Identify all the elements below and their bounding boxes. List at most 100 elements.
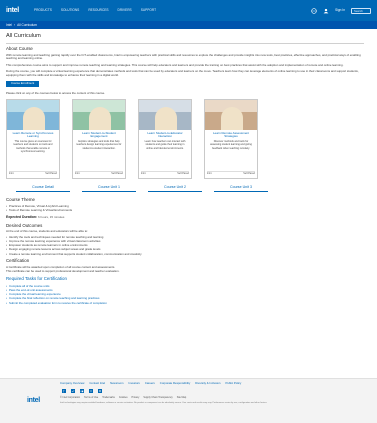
course-card-title[interactable]: Learn Remote Assessment Strategies <box>205 130 257 140</box>
course-cards: Learn Remote or Synchronous Learning Thi… <box>6 98 364 179</box>
site-footer: Company Overview Contact Intel Newsroom … <box>0 378 377 423</box>
facebook-icon[interactable]: f <box>62 389 66 393</box>
theme-heading: Course Theme <box>6 196 35 202</box>
course-card[interactable]: Learn Remote or Synchronous Learning Thi… <box>6 98 60 179</box>
footer-link[interactable]: Diversity & Inclusion <box>195 381 220 386</box>
outcomes-intro: At the end of this course, students and … <box>6 229 88 234</box>
linkedin-icon[interactable] <box>80 389 84 393</box>
list-item[interactable]: Submit the completed evaluation form to … <box>6 301 364 305</box>
footer-link[interactable]: Newsroom <box>110 381 123 386</box>
legal-links: © Intel Corporation Terms of Use Tradema… <box>60 396 186 399</box>
course-card-pace: Self-Paced <box>45 172 57 176</box>
legal-link[interactable]: Trademarks <box>102 396 115 399</box>
legal-link[interactable]: Cookies <box>119 396 128 399</box>
about-paragraph-2: This comprehensive course aims to suppor… <box>6 62 344 67</box>
course-card-footer: Intro Self-Paced <box>141 170 189 176</box>
twitter-icon[interactable] <box>71 389 75 393</box>
duration-label: Expected Duration: <box>6 215 38 220</box>
top-nav-menu: PRODUCTS SOLUTIONS RESOURCES DRIVERS SUP… <box>34 8 156 12</box>
page-title: All Curriculum <box>6 33 41 39</box>
about-heading: About Course <box>6 46 33 52</box>
course-card-level: Intro <box>207 172 212 176</box>
certification-paragraph-2: This certificate can be used to support … <box>6 269 120 274</box>
course-tabs: Course Detail Course Unit 1 Course Unit … <box>16 185 364 192</box>
course-card[interactable]: Learn Remote Assessment Strategies Disco… <box>204 98 258 179</box>
footer-link[interactable]: Public Policy <box>225 381 241 386</box>
title-divider <box>6 42 364 44</box>
expected-duration: Expected Duration: 6 hours, 15 minutes <box>6 215 364 220</box>
duration-value: 6 hours, 15 minutes <box>38 215 65 220</box>
outcomes-list: Identify the tools and techniques needed… <box>6 235 364 256</box>
tab-course-detail[interactable]: Course Detail <box>16 185 70 192</box>
course-card-level: Intro <box>75 172 80 176</box>
breadcrumb-current: All Curriculum <box>17 22 37 27</box>
course-card-level: Intro <box>9 172 14 176</box>
legal-copyright: © Intel Corporation <box>60 396 81 399</box>
course-card-footer: Intro Self-Paced <box>75 170 123 176</box>
course-card-footer: Intro Self-Paced <box>207 170 255 176</box>
course-enrollment-button[interactable]: Course Enrollment <box>6 81 40 88</box>
footer-link[interactable]: Careers <box>145 381 155 386</box>
outcomes-heading: Desired Outcomes <box>6 223 43 228</box>
nav-item-support[interactable]: SUPPORT <box>141 8 156 12</box>
tab-course-unit-2[interactable]: Course Unit 2 <box>148 185 202 192</box>
footer-disclaimer: Intel technologies may require enabled h… <box>60 402 268 404</box>
required-tasks-list: Complete all of the course units Pass th… <box>6 284 364 305</box>
course-card-image <box>139 99 191 130</box>
breadcrumb-separator: › <box>14 22 16 27</box>
search-input[interactable]: Search <box>351 7 371 14</box>
certification-heading: Certification <box>6 258 30 264</box>
top-navigation-bar: intel PRODUCTS SOLUTIONS RESOURCES DRIVE… <box>0 0 377 21</box>
course-card-description: This course gives an overview for teache… <box>13 139 53 153</box>
nav-item-solutions[interactable]: SOLUTIONS <box>61 8 79 12</box>
list-item: Tools of Remote Learning & Virtual Envir… <box>6 208 364 212</box>
breadcrumb-home[interactable]: Intel <box>6 23 12 27</box>
course-card-title[interactable]: Learn Student-to-Educator Interaction <box>139 130 191 140</box>
course-card-title[interactable]: Learn Remote or Synchronous Learning <box>7 130 59 140</box>
legal-link[interactable]: Privacy <box>132 396 140 399</box>
svg-text:f: f <box>63 389 64 393</box>
tab-course-unit-3[interactable]: Course Unit 3 <box>214 185 268 192</box>
course-card-pace: Self-Paced <box>243 172 255 176</box>
about-paragraph-1: With remote learning and teaching gainin… <box>6 52 361 61</box>
about-paragraph-3: During the course, you will complete a v… <box>6 69 359 77</box>
footer-link[interactable]: Investors <box>128 381 139 386</box>
sign-in-link[interactable]: Sign In <box>335 8 345 12</box>
theme-list: Practices of Remote, Virtual & Hybrid Le… <box>6 204 364 213</box>
main-content: All Curriculum About Course With remote … <box>6 33 364 307</box>
required-tasks-heading: Required Tasks for Certification <box>6 276 67 282</box>
course-card-description: Discover methods and tools for assessing… <box>210 139 252 150</box>
nav-item-resources[interactable]: RESOURCES <box>88 8 108 12</box>
course-card-pace: Self-Paced <box>111 172 123 176</box>
course-card-pace: Self-Paced <box>177 172 189 176</box>
nav-item-products[interactable]: PRODUCTS <box>34 8 52 12</box>
course-card[interactable]: Learn Student-to-Educator Interaction Le… <box>138 98 192 179</box>
instagram-icon[interactable] <box>98 389 102 393</box>
tab-course-unit-1[interactable]: Course Unit 1 <box>82 185 136 192</box>
course-card-title[interactable]: Learn Student-to-Student Engagement <box>73 130 125 140</box>
globe-icon[interactable] <box>311 7 317 14</box>
footer-links: Company Overview Contact Intel Newsroom … <box>60 381 241 386</box>
list-item: Create a remote learning environment tha… <box>6 252 364 256</box>
course-card-image <box>205 99 257 130</box>
footer-link[interactable]: Contact Intel <box>89 381 105 386</box>
social-links: f <box>62 389 102 393</box>
course-card-description: Learn how teachers can interact with stu… <box>144 139 186 150</box>
footer-link[interactable]: Company Overview <box>60 381 84 386</box>
youtube-icon[interactable] <box>89 389 93 393</box>
footer-link[interactable]: Corporate Responsibility <box>160 381 190 386</box>
top-utilities: Sign In Search <box>311 7 371 14</box>
nav-item-drivers[interactable]: DRIVERS <box>118 8 132 12</box>
legal-link[interactable]: Terms of Use <box>84 396 98 399</box>
course-card-image <box>7 99 59 130</box>
course-card[interactable]: Learn Student-to-Student Engagement Expl… <box>72 98 126 179</box>
brand-logo[interactable]: intel <box>6 6 28 15</box>
user-icon[interactable] <box>323 8 329 14</box>
course-card-description: Explore strategies and tools that help t… <box>76 139 122 150</box>
legal-link[interactable]: Supply Chain Transparency <box>143 396 172 399</box>
legal-link[interactable]: Site Map <box>177 396 186 399</box>
footer-logo[interactable]: intel <box>27 396 40 405</box>
breadcrumb: Intel › All Curriculum <box>0 21 377 29</box>
course-card-level: Intro <box>141 172 146 176</box>
cards-intro: Please click on any of the courses below… <box>6 91 105 96</box>
